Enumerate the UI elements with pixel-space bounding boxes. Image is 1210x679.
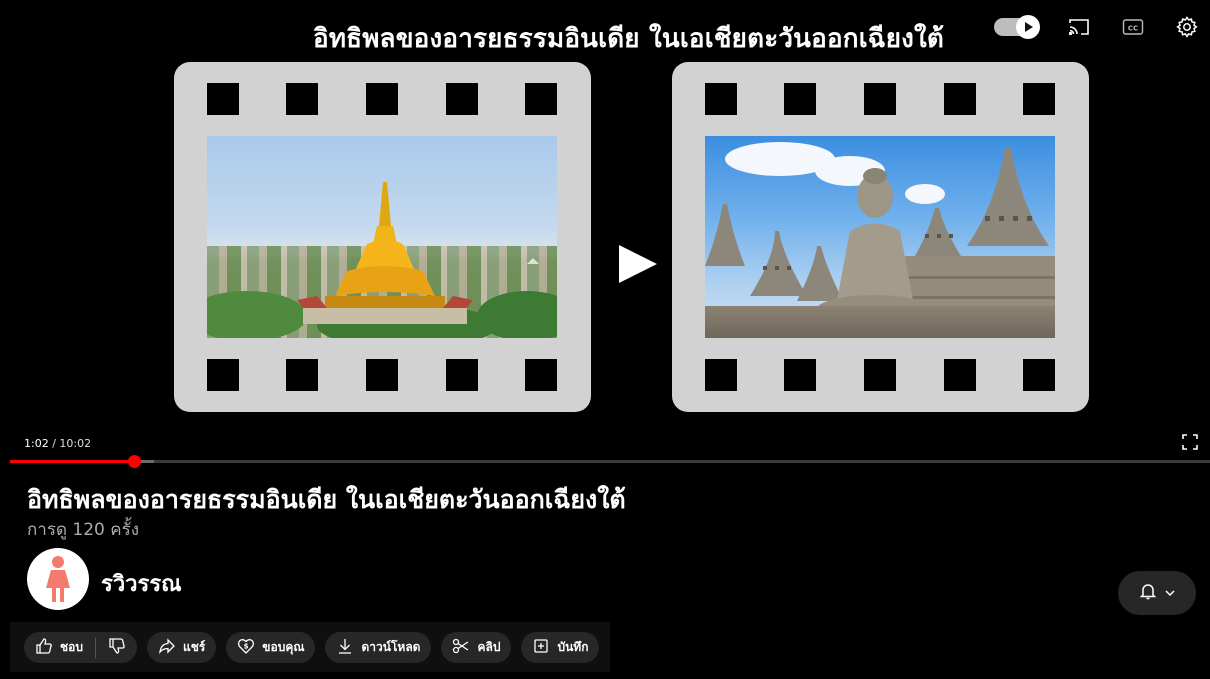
share-button[interactable]: แชร์ xyxy=(146,632,217,663)
time-display: 1:02 / 10:02 xyxy=(24,437,91,450)
progress-played xyxy=(10,460,134,463)
channel-avatar[interactable] xyxy=(27,548,89,610)
play-arrow-icon xyxy=(618,244,658,288)
player-title: อิทธิพลของอารยธรรมอินเดีย ในเอเชียตะวันอ… xyxy=(313,24,945,54)
thumbs-up-icon[interactable] xyxy=(35,637,53,658)
like-label[interactable]: ชอบ xyxy=(60,638,83,657)
thumbs-down-icon[interactable] xyxy=(108,637,126,658)
share-label: แชร์ xyxy=(182,640,206,654)
like-dislike-group: ชอบ xyxy=(24,632,137,663)
scissors-icon xyxy=(452,637,470,658)
borobudur-image xyxy=(705,136,1055,338)
channel-name[interactable]: รวิวรรณ xyxy=(101,566,182,601)
save-button[interactable]: บันทึก xyxy=(521,632,600,663)
download-label: ดาวน์โหลด xyxy=(361,640,421,654)
video-player[interactable]: อิทธิพลของอารยธรรมอินเดีย ในเอเชียตะวันอ… xyxy=(0,0,1210,462)
bell-icon xyxy=(1138,581,1158,605)
film-strip-right xyxy=(672,62,1089,412)
thanks-button[interactable]: $ ขอบคุณ xyxy=(226,632,316,663)
autoplay-toggle-icon xyxy=(1016,15,1040,39)
like-separator xyxy=(94,637,96,658)
action-buttons: ชอบ แชร์ $ ขอบคุณ ดาวน์โหลด คลิป บันทึก xyxy=(24,632,600,663)
current-time: 1:02 xyxy=(24,437,49,450)
thanks-label: ขอบคุณ xyxy=(262,640,305,654)
time-separator: / xyxy=(48,437,60,450)
autoplay-toggle[interactable] xyxy=(994,15,1040,39)
video-title: อิทธิพลของอารยธรรมอินเดีย ในเอเชียตะวันอ… xyxy=(27,485,626,514)
notification-bell-button[interactable] xyxy=(1118,571,1196,615)
clip-label: คลิป xyxy=(477,640,501,654)
save-to-playlist-icon xyxy=(532,637,550,658)
clip-button[interactable]: คลิป xyxy=(441,632,512,663)
fullscreen-icon[interactable] xyxy=(1180,432,1200,452)
duration: 10:02 xyxy=(59,437,92,450)
download-icon xyxy=(336,637,354,658)
super-thanks-icon: $ xyxy=(237,637,255,658)
view-count: การดู 120 ครั้ง xyxy=(27,520,140,540)
download-button[interactable]: ดาวน์โหลด xyxy=(325,632,432,663)
cast-icon[interactable] xyxy=(1066,14,1092,40)
svg-text:CC: CC xyxy=(1128,25,1138,33)
save-label: บันทึก xyxy=(557,640,589,654)
chevron-down-icon xyxy=(1164,584,1176,603)
progress-scrubber[interactable] xyxy=(127,455,141,468)
svg-text:$: $ xyxy=(244,643,249,651)
progress-bar[interactable] xyxy=(10,455,1210,468)
player-top-controls: CC xyxy=(994,14,1200,40)
share-icon xyxy=(158,637,176,658)
captions-icon[interactable]: CC xyxy=(1120,14,1146,40)
film-strip-left xyxy=(174,62,591,412)
gear-icon[interactable] xyxy=(1174,14,1200,40)
pagoda-image xyxy=(207,136,557,338)
